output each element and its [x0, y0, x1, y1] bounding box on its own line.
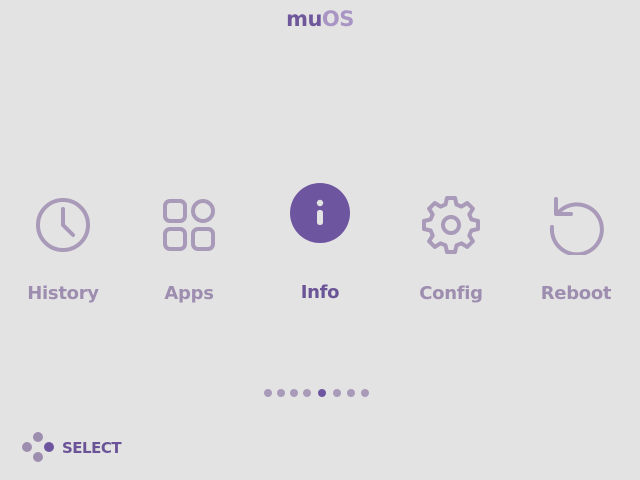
select-hint-label: SELECT: [62, 439, 122, 457]
menu-item-config[interactable]: Config: [391, 195, 511, 304]
menu-item-apps[interactable]: Apps: [129, 195, 249, 304]
menu-item-info[interactable]: Info: [260, 182, 380, 303]
menu-item-label: History: [27, 283, 99, 304]
menu-item-reboot[interactable]: Reboot: [516, 195, 636, 304]
menu-item-history[interactable]: History: [3, 195, 123, 304]
page-dot: [290, 389, 298, 397]
clock-icon: [36, 198, 90, 252]
page-dot: [333, 389, 341, 397]
restart-icon: [549, 197, 604, 255]
page-dot-active: [318, 389, 326, 397]
menu-item-label: Info: [300, 282, 340, 303]
grid-icon: [163, 199, 215, 251]
menu-item-label: Reboot: [540, 283, 612, 304]
menu-item-label: Config: [419, 283, 483, 304]
info-icon: [290, 183, 350, 243]
main-menu: History Apps Info Config Reboot: [0, 0, 640, 480]
gear-icon: [422, 196, 480, 254]
page-dot: [264, 389, 272, 397]
dpad-icon: [22, 432, 54, 462]
page-dot: [347, 389, 355, 397]
page-dot: [303, 389, 311, 397]
page-dot: [361, 389, 369, 397]
menu-item-label: Apps: [164, 283, 214, 304]
page-dot: [277, 389, 285, 397]
